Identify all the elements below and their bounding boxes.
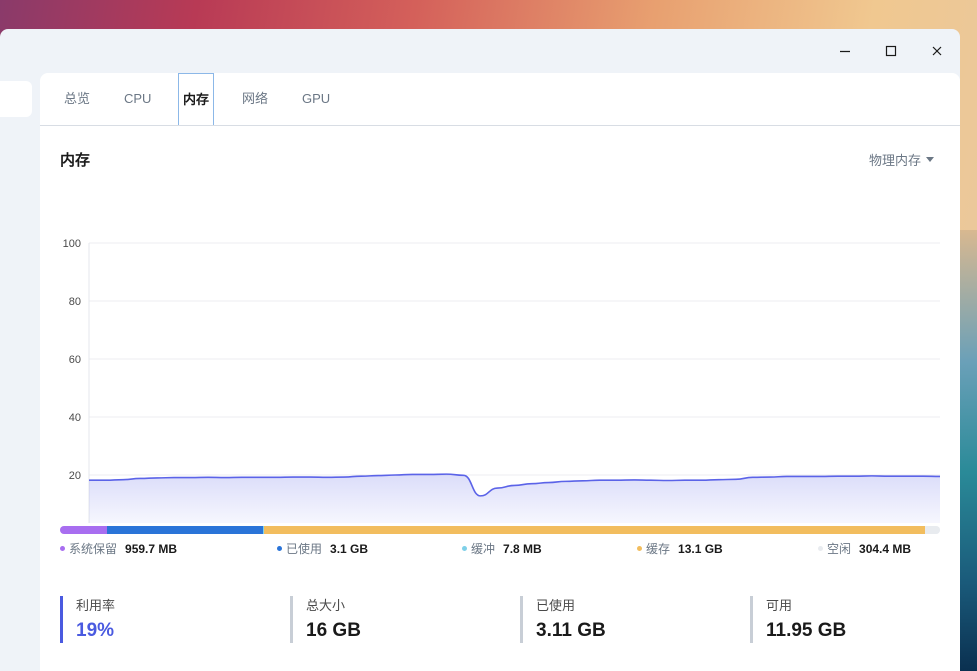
stat-value: 11.95 GB	[766, 620, 847, 641]
legend-label: 缓存	[646, 542, 671, 556]
legend-buffer: 缓冲 7.8 MB	[462, 540, 542, 557]
memory-segment	[263, 526, 926, 534]
legend-value: 3.1 GB	[330, 541, 369, 556]
system-monitor-window: 总览 CPU 内存 网络 GPU 内存 物理内存 100 80 60 40 20 系统保…	[0, 29, 960, 671]
legend-dot	[818, 546, 823, 551]
legend-label: 已使用	[286, 542, 323, 556]
maximize-icon	[885, 45, 897, 57]
tab-memory[interactable]: 内存	[178, 73, 215, 125]
legend-value: 959.7 MB	[125, 541, 178, 556]
memory-segment	[60, 526, 108, 534]
section-title: 内存	[60, 152, 91, 169]
y-tick-label: 100	[63, 238, 81, 250]
maximize-button[interactable]	[868, 29, 914, 73]
y-tick-label: 20	[69, 470, 81, 482]
stat-label: 已使用	[536, 598, 576, 613]
memory-segment	[925, 526, 940, 534]
legend-system-reserved: 系统保留 959.7 MB	[60, 540, 177, 557]
stat-label: 总大小	[306, 598, 346, 613]
legend-value: 13.1 GB	[678, 541, 723, 556]
legend-dot	[637, 546, 642, 551]
window-controls	[822, 29, 960, 73]
legend-dot	[60, 546, 65, 551]
legend-cache: 缓存 13.1 GB	[637, 540, 723, 557]
memory-composition-bar	[60, 526, 940, 534]
stat-value: 16 GB	[306, 620, 361, 641]
memory-segment	[107, 526, 264, 534]
minimize-icon	[840, 50, 850, 53]
tab-bar: 总览 CPU 内存 网络 GPU	[40, 73, 960, 126]
stat-used: 已使用 3.11 GB	[520, 596, 606, 643]
stat-available: 可用 11.95 GB	[750, 596, 846, 643]
stat-total-size: 总大小 16 GB	[290, 596, 361, 643]
tab-gpu[interactable]: GPU	[298, 73, 334, 125]
legend-label: 空闲	[827, 542, 852, 556]
sidebar-search-field[interactable]	[0, 81, 32, 117]
memory-panel: 总览 CPU 内存 网络 GPU 内存 物理内存 100 80 60 40 20 系统保…	[40, 73, 960, 671]
legend-value: 304.4 MB	[859, 541, 912, 556]
y-tick-label: 40	[69, 412, 81, 424]
y-tick-label: 60	[69, 354, 81, 366]
legend-label: 系统保留	[69, 542, 118, 556]
stat-label: 可用	[766, 598, 793, 613]
minimize-button[interactable]	[822, 29, 868, 73]
legend-free: 空闲 304.4 MB	[818, 540, 911, 557]
tab-overview[interactable]: 总览	[60, 73, 94, 125]
stat-value: 3.11 GB	[536, 620, 606, 641]
tab-cpu[interactable]: CPU	[120, 73, 155, 125]
y-tick-label: 80	[69, 296, 81, 308]
memory-usage-chart: 100 80 60 40 20	[63, 238, 941, 523]
caret-down-icon	[926, 157, 934, 162]
tab-network[interactable]: 网络	[238, 73, 272, 125]
legend-dot	[462, 546, 467, 551]
stat-utilization: 利用率 19%	[60, 596, 115, 643]
legend-label: 缓冲	[471, 542, 496, 556]
stat-label: 利用率	[76, 598, 116, 613]
legend-dot	[277, 546, 282, 551]
stat-value: 19%	[76, 620, 115, 641]
close-button[interactable]	[914, 29, 960, 73]
dropdown-label: 物理内存	[868, 153, 921, 168]
close-icon	[932, 46, 942, 56]
legend-value: 7.8 MB	[503, 541, 542, 556]
legend-used: 已使用 3.1 GB	[277, 540, 368, 557]
memory-type-dropdown[interactable]: 物理内存	[869, 150, 934, 169]
memory-usage-area	[89, 474, 940, 523]
